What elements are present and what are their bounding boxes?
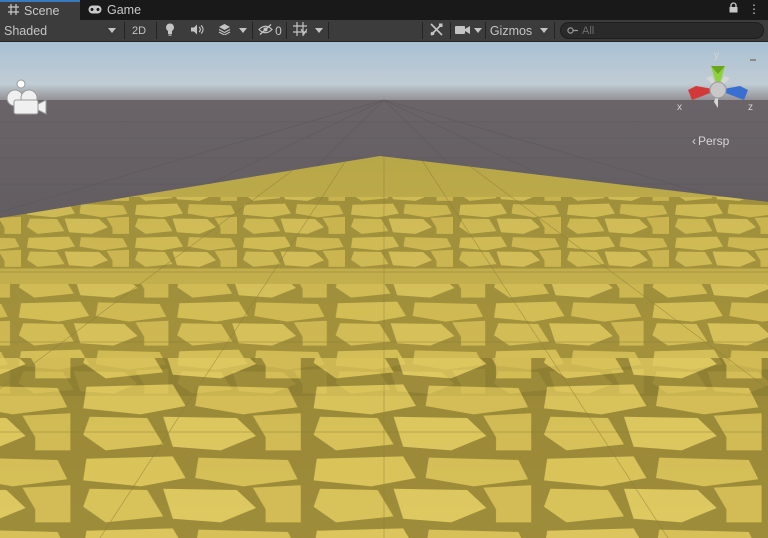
scene-toolbar: Shaded 2D 0 Gizmos All [0,20,768,42]
orientation-gizmo[interactable]: y x z [676,46,760,129]
divider [450,22,451,39]
camera-dropdown[interactable] [472,20,484,41]
projection-toggle[interactable]: ‹ Persp [692,134,729,148]
chevron-down-icon [540,28,548,33]
draw-mode-label: Shaded [4,23,48,38]
tab-scene[interactable]: Scene [0,0,80,20]
audio-toggle-button[interactable] [184,20,210,41]
lighting-toggle-button[interactable] [158,20,182,41]
tools-icon [429,22,443,39]
2d-label: 2D [131,24,147,37]
grid-icon [8,4,19,18]
divider [252,22,253,39]
lock-icon[interactable] [729,2,738,16]
gizmos-dropdown[interactable] [536,20,552,41]
tab-bar: Scene Game ⋮ [0,0,768,20]
camera-settings-button[interactable] [452,20,472,41]
tools-button[interactable] [424,20,448,41]
video-camera-icon [454,24,470,38]
chevron-down-icon [108,28,116,33]
draw-mode-dropdown[interactable]: Shaded [0,20,122,41]
grid-snap-icon [293,22,308,39]
tab-actions: ⋮ [729,2,760,16]
tab-label: Scene [24,4,60,18]
projection-label: Persp [698,134,730,148]
axis-z-label: z [748,102,753,113]
divider [328,22,329,39]
search-input[interactable] [582,24,752,37]
gizmos-label: Gizmos [489,23,533,38]
speaker-icon [190,24,204,38]
chevron-left-icon: ‹ [692,134,696,148]
grid-dropdown[interactable] [312,20,326,41]
layers-icon [218,23,231,38]
chevron-down-icon [474,28,482,33]
divider [422,22,423,39]
tab-game[interactable]: Game [80,0,146,20]
chevron-down-icon [239,28,247,33]
divider [124,22,125,39]
divider [485,22,486,39]
2d-toggle-button[interactable]: 2D [126,20,152,41]
axis-x-label: x [677,102,682,113]
eye-hidden-icon [258,23,274,38]
scene-viewport[interactable]: y x z ‹ Persp [0,42,768,538]
gamepad-icon [88,3,102,17]
more-options-icon[interactable]: ⋮ [748,2,760,16]
search-icon [567,24,578,38]
main-camera-gizmo-icon[interactable] [4,78,48,121]
lightbulb-icon [165,23,175,39]
divider [286,22,287,39]
hidden-count: 0 [275,23,282,38]
tab-label: Game [107,3,142,17]
chevron-down-icon [315,28,323,33]
scene-render [0,42,768,538]
axis-y-label: y [714,50,719,61]
grid-toggle-button[interactable] [288,20,312,41]
effects-toggle-button[interactable] [212,20,236,41]
gizmos-button[interactable]: Gizmos [487,20,535,41]
divider [554,22,555,39]
effects-dropdown[interactable] [236,20,250,41]
divider [156,22,157,39]
scene-visibility-toggle[interactable]: 0 [254,20,286,41]
search-field[interactable] [560,22,764,39]
